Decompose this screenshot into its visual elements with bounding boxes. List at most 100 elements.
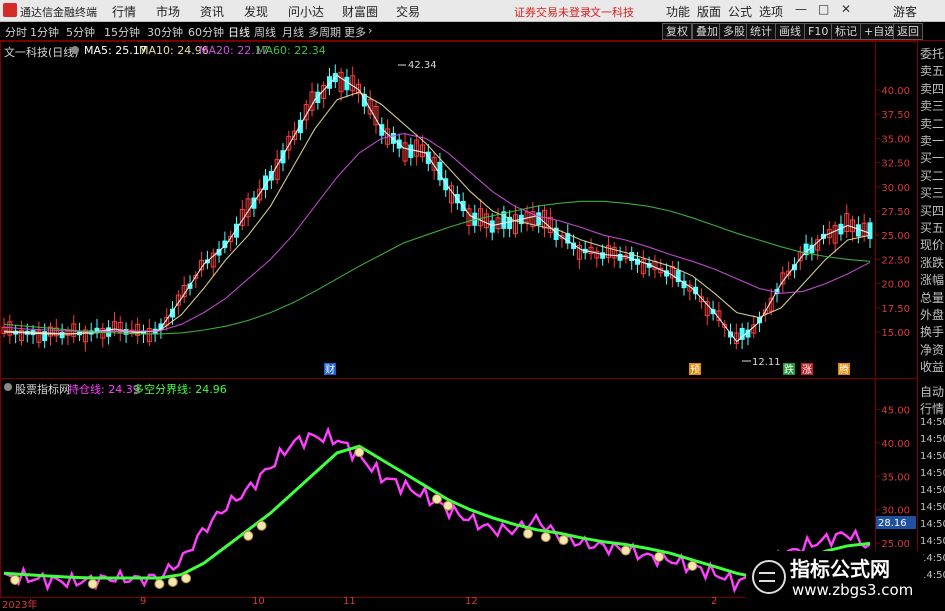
period-timeshare[interactable]: 分时 bbox=[5, 24, 27, 40]
menu-wealth-circle[interactable]: 财富圈 bbox=[342, 3, 378, 20]
app-logo-icon bbox=[3, 3, 17, 17]
money-bag-icon bbox=[432, 494, 442, 504]
period-1min[interactable]: 1分钟 bbox=[30, 24, 59, 40]
function-button[interactable]: 功能 bbox=[666, 3, 690, 20]
candle-body bbox=[408, 144, 414, 158]
side-panel-item[interactable]: 净资 bbox=[920, 341, 944, 358]
period-more[interactable]: 更多 bbox=[344, 24, 366, 40]
multi-stock-button[interactable]: 多股 bbox=[719, 23, 749, 40]
menu-news[interactable]: 资讯 bbox=[200, 3, 224, 20]
maximize-icon[interactable]: □ bbox=[818, 2, 829, 16]
ma60-line bbox=[3, 200, 871, 335]
side-panel-item[interactable]: 总量 bbox=[920, 289, 944, 306]
period-more-chevron-icon[interactable]: › bbox=[368, 24, 372, 37]
y-tick-label: 25.00 bbox=[881, 539, 910, 550]
side-panel-item[interactable]: 换手 bbox=[920, 323, 944, 340]
money-bag-icon bbox=[87, 578, 98, 589]
period-weekly[interactable]: 周线 bbox=[254, 24, 276, 40]
side-panel-item[interactable]: 买四 bbox=[920, 202, 944, 219]
event-badge-label: 财 bbox=[325, 363, 335, 376]
ma5-line bbox=[3, 74, 871, 343]
x-tick-label: 2 bbox=[711, 596, 718, 607]
money-bag-icon bbox=[354, 447, 365, 458]
ma20-line bbox=[3, 133, 871, 333]
candle-body bbox=[867, 222, 873, 239]
side-panel-item[interactable]: 现价 bbox=[920, 236, 944, 253]
side-panel-item[interactable]: 卖四 bbox=[920, 80, 944, 97]
y-tick-label: 35.00 bbox=[881, 472, 910, 483]
back-button[interactable]: 返回 bbox=[893, 23, 923, 40]
period-30min[interactable]: 30分钟 bbox=[147, 24, 183, 40]
side-panel-item[interactable]: 涨跌 bbox=[920, 254, 944, 271]
kline-chart[interactable]: 40.00 37.50 35.00 32.50 30.00 27.50 25.00 22.50… bbox=[0, 41, 916, 377]
x-tick-label: 12 bbox=[465, 596, 478, 607]
options-button[interactable]: 选项 bbox=[759, 3, 783, 20]
watermark-url: www.zbgs3.com bbox=[792, 581, 914, 599]
side-panel-item[interactable]: 涨幅 bbox=[920, 271, 944, 288]
quote-side-panel: 委托 卖五 卖四 卖三 卖二 卖一 买一 买二 买三 买四 买五 现价 涨跌 涨幅 总量 外盘 换手 净资 收益 自动… bbox=[917, 41, 945, 609]
draw-line-button[interactable]: 画线 bbox=[775, 23, 805, 40]
menu-ask-assistant[interactable]: 问小达 bbox=[288, 3, 324, 20]
side-panel-lower-item: 行情 bbox=[920, 402, 945, 416]
money-bag-icon bbox=[558, 535, 569, 546]
side-panel-lower-item: 14:50 bbox=[920, 417, 945, 428]
money-bag-icon bbox=[154, 578, 165, 589]
period-monthly[interactable]: 月线 bbox=[282, 24, 304, 40]
side-panel-item[interactable]: 买二 bbox=[920, 167, 944, 184]
period-multi[interactable]: 多周期 bbox=[308, 24, 341, 40]
side-panel-item[interactable]: 委托 bbox=[920, 45, 944, 62]
money-bag-icon bbox=[687, 560, 698, 571]
money-bag-icon bbox=[256, 520, 267, 531]
side-panel-item[interactable]: 外盘 bbox=[920, 306, 944, 323]
side-panel-item[interactable]: 收益 bbox=[920, 358, 944, 375]
side-panel-lower-item: 14:50 bbox=[920, 434, 945, 445]
side-panel-item[interactable]: 卖三 bbox=[920, 97, 944, 114]
event-badge-label: 跌 bbox=[784, 363, 794, 376]
x-tick-label: 9 bbox=[140, 596, 147, 607]
y-tick-label: 17.50 bbox=[881, 304, 910, 315]
bull-bear-line bbox=[3, 444, 871, 580]
y-tick-label: 35.00 bbox=[881, 134, 910, 145]
period-daily[interactable]: 日线 bbox=[228, 24, 250, 40]
formula-button[interactable]: 公式 bbox=[728, 3, 752, 20]
watermark-title: 指标公式网 bbox=[790, 557, 890, 581]
guest-login[interactable]: 游客 bbox=[893, 3, 917, 20]
mark-button[interactable]: 标记 bbox=[831, 23, 861, 40]
money-bag-icon bbox=[167, 576, 178, 587]
menu-quotes[interactable]: 行情 bbox=[112, 3, 136, 20]
menu-market[interactable]: 市场 bbox=[156, 3, 180, 20]
layout-button[interactable]: 版面 bbox=[697, 3, 721, 20]
minimize-icon[interactable]: — bbox=[795, 2, 807, 16]
side-panel-item[interactable]: 买五 bbox=[920, 219, 944, 236]
side-panel-item[interactable]: 买一 bbox=[920, 149, 944, 166]
side-panel-lower-item: 14:50 bbox=[920, 485, 945, 496]
close-icon[interactable]: ✕ bbox=[841, 2, 851, 16]
period-15min[interactable]: 15分钟 bbox=[104, 24, 140, 40]
y-tick-label: 40.00 bbox=[881, 86, 910, 97]
menu-discover[interactable]: 发现 bbox=[244, 3, 268, 20]
y-tick-label: 30.00 bbox=[881, 506, 910, 517]
y-tick-label: 32.50 bbox=[881, 159, 910, 170]
side-panel-lower-item: 14:50 bbox=[920, 502, 945, 513]
trade-login-notice[interactable]: 证券交易未登录 bbox=[514, 4, 591, 20]
app-title: 通达信金融终端 bbox=[20, 6, 97, 19]
side-panel-item[interactable]: 卖一 bbox=[920, 132, 944, 149]
adjust-button[interactable]: 复权 bbox=[662, 23, 692, 40]
period-5min[interactable]: 5分钟 bbox=[66, 24, 95, 40]
money-bag-icon bbox=[10, 574, 21, 585]
money-bag-icon bbox=[654, 551, 665, 562]
overlay-button[interactable]: 叠加 bbox=[692, 23, 722, 40]
menu-trade[interactable]: 交易 bbox=[396, 3, 420, 20]
event-badge-label: 预 bbox=[690, 364, 700, 376]
low-price-marker: 12.11 bbox=[752, 357, 781, 368]
side-panel-lower-item: 14:50 bbox=[920, 451, 945, 462]
side-panel-item[interactable]: 卖五 bbox=[920, 62, 944, 79]
side-panel-item[interactable]: 买三 bbox=[920, 184, 944, 201]
statistics-button[interactable]: 统计 bbox=[746, 23, 776, 40]
watermark-logo-icon bbox=[752, 560, 786, 594]
side-panel-item[interactable]: 卖二 bbox=[920, 115, 944, 132]
period-60min[interactable]: 60分钟 bbox=[188, 24, 224, 40]
f10-button[interactable]: F10 bbox=[804, 23, 833, 40]
candle-body bbox=[617, 253, 623, 261]
candle-body bbox=[501, 211, 507, 229]
